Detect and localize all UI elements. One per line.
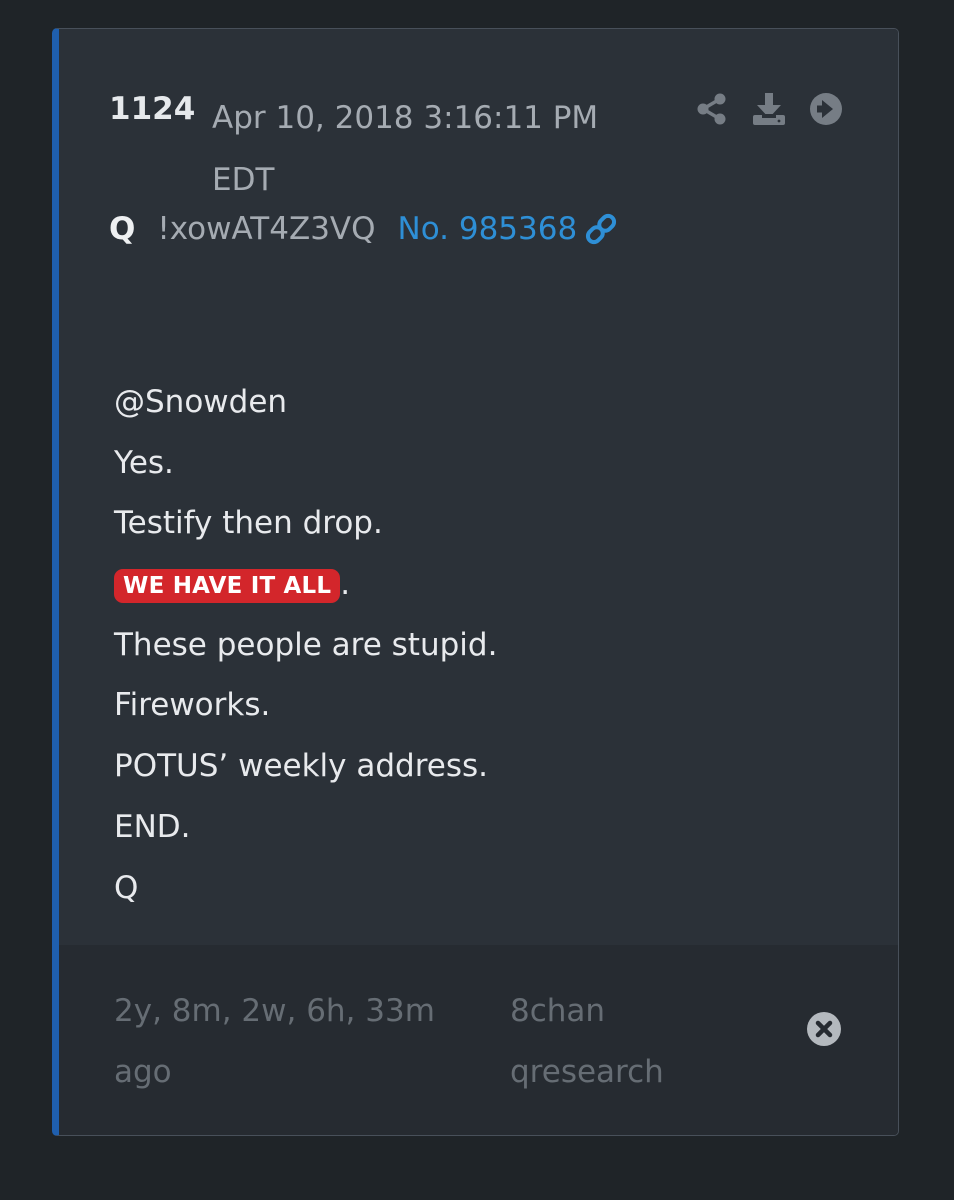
share-icon[interactable] <box>695 92 729 126</box>
author-row: Q !xowAT4Z3VQ No. 985368 <box>109 211 619 247</box>
post-text: @Snowden Yes. Testify then drop. WE HAVE… <box>114 372 497 918</box>
author-name: Q <box>109 211 136 247</box>
highlight-badge: WE HAVE IT ALL <box>114 568 341 603</box>
post-source: 8chan qresearch <box>510 993 664 1090</box>
body-line: Testify then drop. <box>114 505 383 542</box>
highlight-suffix: . <box>340 566 351 603</box>
post-header: 1124 Apr 10, 2018 3:16:11 PM EDT Q !xowA… <box>59 29 898 312</box>
body-line: @Snowden <box>114 384 288 420</box>
body-line: END. <box>114 808 191 845</box>
highlight-line: WE HAVE IT ALL. <box>114 554 497 615</box>
post-timestamp: Apr 10, 2018 3:16:11 PM EDT <box>212 100 599 198</box>
download-icon[interactable] <box>751 91 787 127</box>
body-line: Yes. <box>114 444 174 481</box>
post-link-label[interactable]: No. 985368 <box>398 211 578 247</box>
body-line: POTUS’ weekly address. <box>114 748 489 785</box>
body-line: Q <box>114 869 139 906</box>
link-icon[interactable] <box>583 211 619 247</box>
arrow-right-circle-icon[interactable] <box>809 92 843 126</box>
body-line: Fireworks. <box>114 687 271 724</box>
body-line: These people are stupid. <box>114 626 498 663</box>
post-footer: 2y, 8m, 2w, 6h, 33m ago 8chan qresearch <box>59 945 898 1135</box>
post-link[interactable]: No. 985368 <box>398 211 620 247</box>
post-body: @Snowden Yes. Testify then drop. WE HAVE… <box>59 311 898 946</box>
post-actions <box>695 91 843 127</box>
close-icon[interactable] <box>806 1011 842 1051</box>
elapsed-time: 2y, 8m, 2w, 6h, 33m ago <box>114 993 435 1090</box>
post-number: 1124 <box>109 91 196 127</box>
post-card: 1124 Apr 10, 2018 3:16:11 PM EDT Q !xowA… <box>52 28 899 1136</box>
tripcode: !xowAT4Z3VQ <box>157 211 376 247</box>
